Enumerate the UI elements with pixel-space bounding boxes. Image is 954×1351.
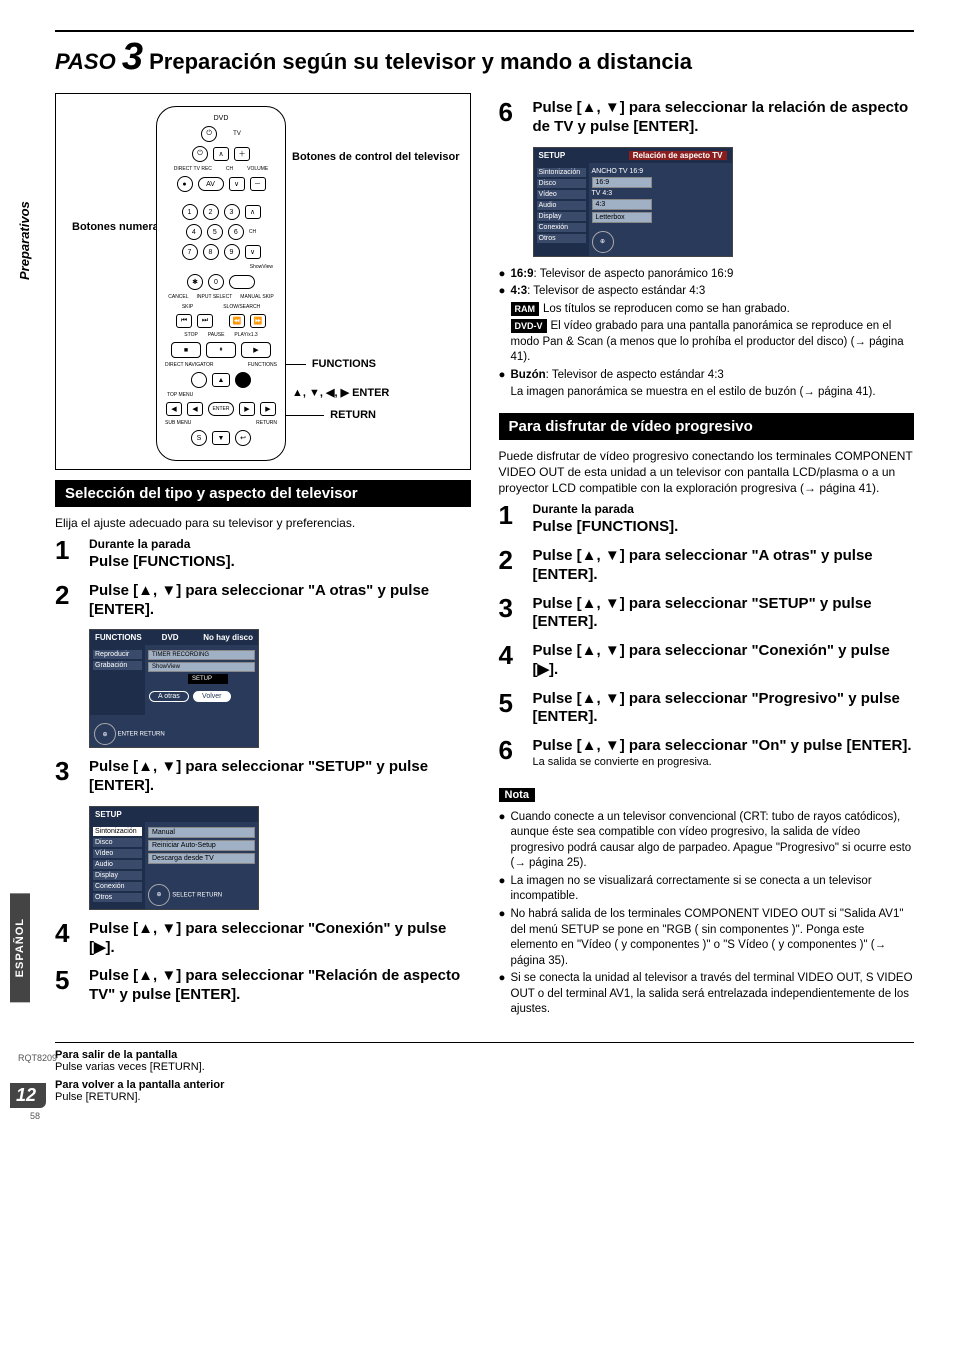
step-4: 4 Pulse [▲, ▼] para seleccionar "Conexió…: [55, 920, 471, 958]
callout-functions: FUNCTIONS: [306, 358, 376, 370]
section-title-progressive: Para disfrutar de vídeo progresivo: [499, 413, 915, 440]
step-2: 2 Pulse [▲, ▼] para seleccionar "A otras…: [55, 582, 471, 620]
section1-intro: Elija el ajuste adecuado para su televis…: [55, 515, 471, 531]
step-5: 5 Pulse [▲, ▼] para seleccionar "Relació…: [55, 967, 471, 1005]
left-column: Botones numerados DVD ⏻ TV ⏻ ∧ ＋: [55, 93, 471, 1022]
remote-figure: Botones numerados DVD ⏻ TV ⏻ ∧ ＋: [55, 93, 471, 470]
paso-label: PASO: [55, 49, 116, 74]
footer-hints: Para salir de la pantalla Pulse varias v…: [55, 1042, 914, 1103]
step2-main: Pulse [▲, ▼] para seleccionar "A otras" …: [89, 582, 471, 620]
side-tab-preparativos: Preparativos: [17, 201, 32, 280]
step4-main: Pulse [▲, ▼] para seleccionar "Conexión"…: [89, 920, 471, 958]
step3-main: Pulse [▲, ▼] para seleccionar "SETUP" y …: [89, 758, 471, 796]
rqt-code: RQT8209: [18, 1053, 57, 1063]
osd-setup: SETUP Sintonización Disco Vídeo Audio Di…: [89, 806, 259, 910]
language-tab: ESPAÑOL: [10, 893, 30, 1002]
step-number-big: 3: [122, 36, 143, 78]
step-3: 3 Pulse [▲, ▼] para seleccionar "SETUP" …: [55, 758, 471, 796]
title-rest: Preparación según su televisor y mando a…: [149, 49, 692, 74]
step1-main: Pulse [FUNCTIONS].: [89, 553, 471, 572]
pstep-2: 2Pulse [▲, ▼] para seleccionar "A otras"…: [499, 547, 915, 585]
section-title-tv-type: Selección del tipo y aspecto del televis…: [55, 480, 471, 507]
subpage-number: 58: [30, 1111, 40, 1121]
nota-bullets: ●Cuando conecte a un televisor convencio…: [499, 810, 915, 1018]
pstep-5: 5Pulse [▲, ▼] para seleccionar "Progresi…: [499, 690, 915, 728]
step-1: 1 Durante la parada Pulse [FUNCTIONS].: [55, 537, 471, 572]
ram-badge: RAM: [511, 302, 540, 316]
enter-icon-3: ⊕: [592, 231, 614, 253]
step6-main: Pulse [▲, ▼] para seleccionar la relació…: [533, 99, 915, 137]
osd-aspect: SETUPRelación de aspecto TV Sintonizació…: [533, 147, 733, 257]
pstep-6: 6 Pulse [▲, ▼] para seleccionar "On" y p…: [499, 737, 915, 768]
page-title: PASO 3 Preparación según su televisor y …: [55, 36, 914, 79]
callout-arrows-enter: ▲, ▼, ◀, ▶ ENTER: [286, 386, 389, 399]
aspect-bullets: ●16:9: Televisor de aspecto panorámico 1…: [499, 267, 915, 401]
step-6: 6 Pulse [▲, ▼] para seleccionar la relac…: [499, 99, 915, 137]
nota-label: Nota: [499, 788, 535, 802]
enter-icon-2: ⊕: [148, 884, 170, 906]
power-icon: ⏻: [201, 126, 217, 142]
pstep-4: 4Pulse [▲, ▼] para seleccionar "Conexión…: [499, 642, 915, 680]
step5-main: Pulse [▲, ▼] para seleccionar "Relación …: [89, 967, 471, 1005]
pstep-1: 1 Durante la parada Pulse [FUNCTIONS].: [499, 502, 915, 537]
callout-return: RETURN: [324, 409, 376, 421]
dvdv-badge: DVD-V: [511, 319, 547, 333]
section2-intro: Puede disfrutar de vídeo progresivo cone…: [499, 448, 915, 497]
step1-sub: Durante la parada: [89, 537, 471, 551]
page-number: 12: [10, 1083, 46, 1108]
remote-body: DVD ⏻ TV ⏻ ∧ ＋ DIRECT TV RECCHVOLUME: [156, 106, 286, 461]
callout-tv-btns: Botones de control del televisor: [286, 151, 459, 163]
osd-functions: FUNCTIONSDVDNo hay disco Reproducir Grab…: [89, 629, 259, 748]
pstep-3: 3Pulse [▲, ▼] para seleccionar "SETUP" y…: [499, 595, 915, 633]
enter-icon: ⊕: [94, 723, 116, 745]
right-column: 6 Pulse [▲, ▼] para seleccionar la relac…: [499, 93, 915, 1022]
title-rule: [55, 30, 914, 32]
